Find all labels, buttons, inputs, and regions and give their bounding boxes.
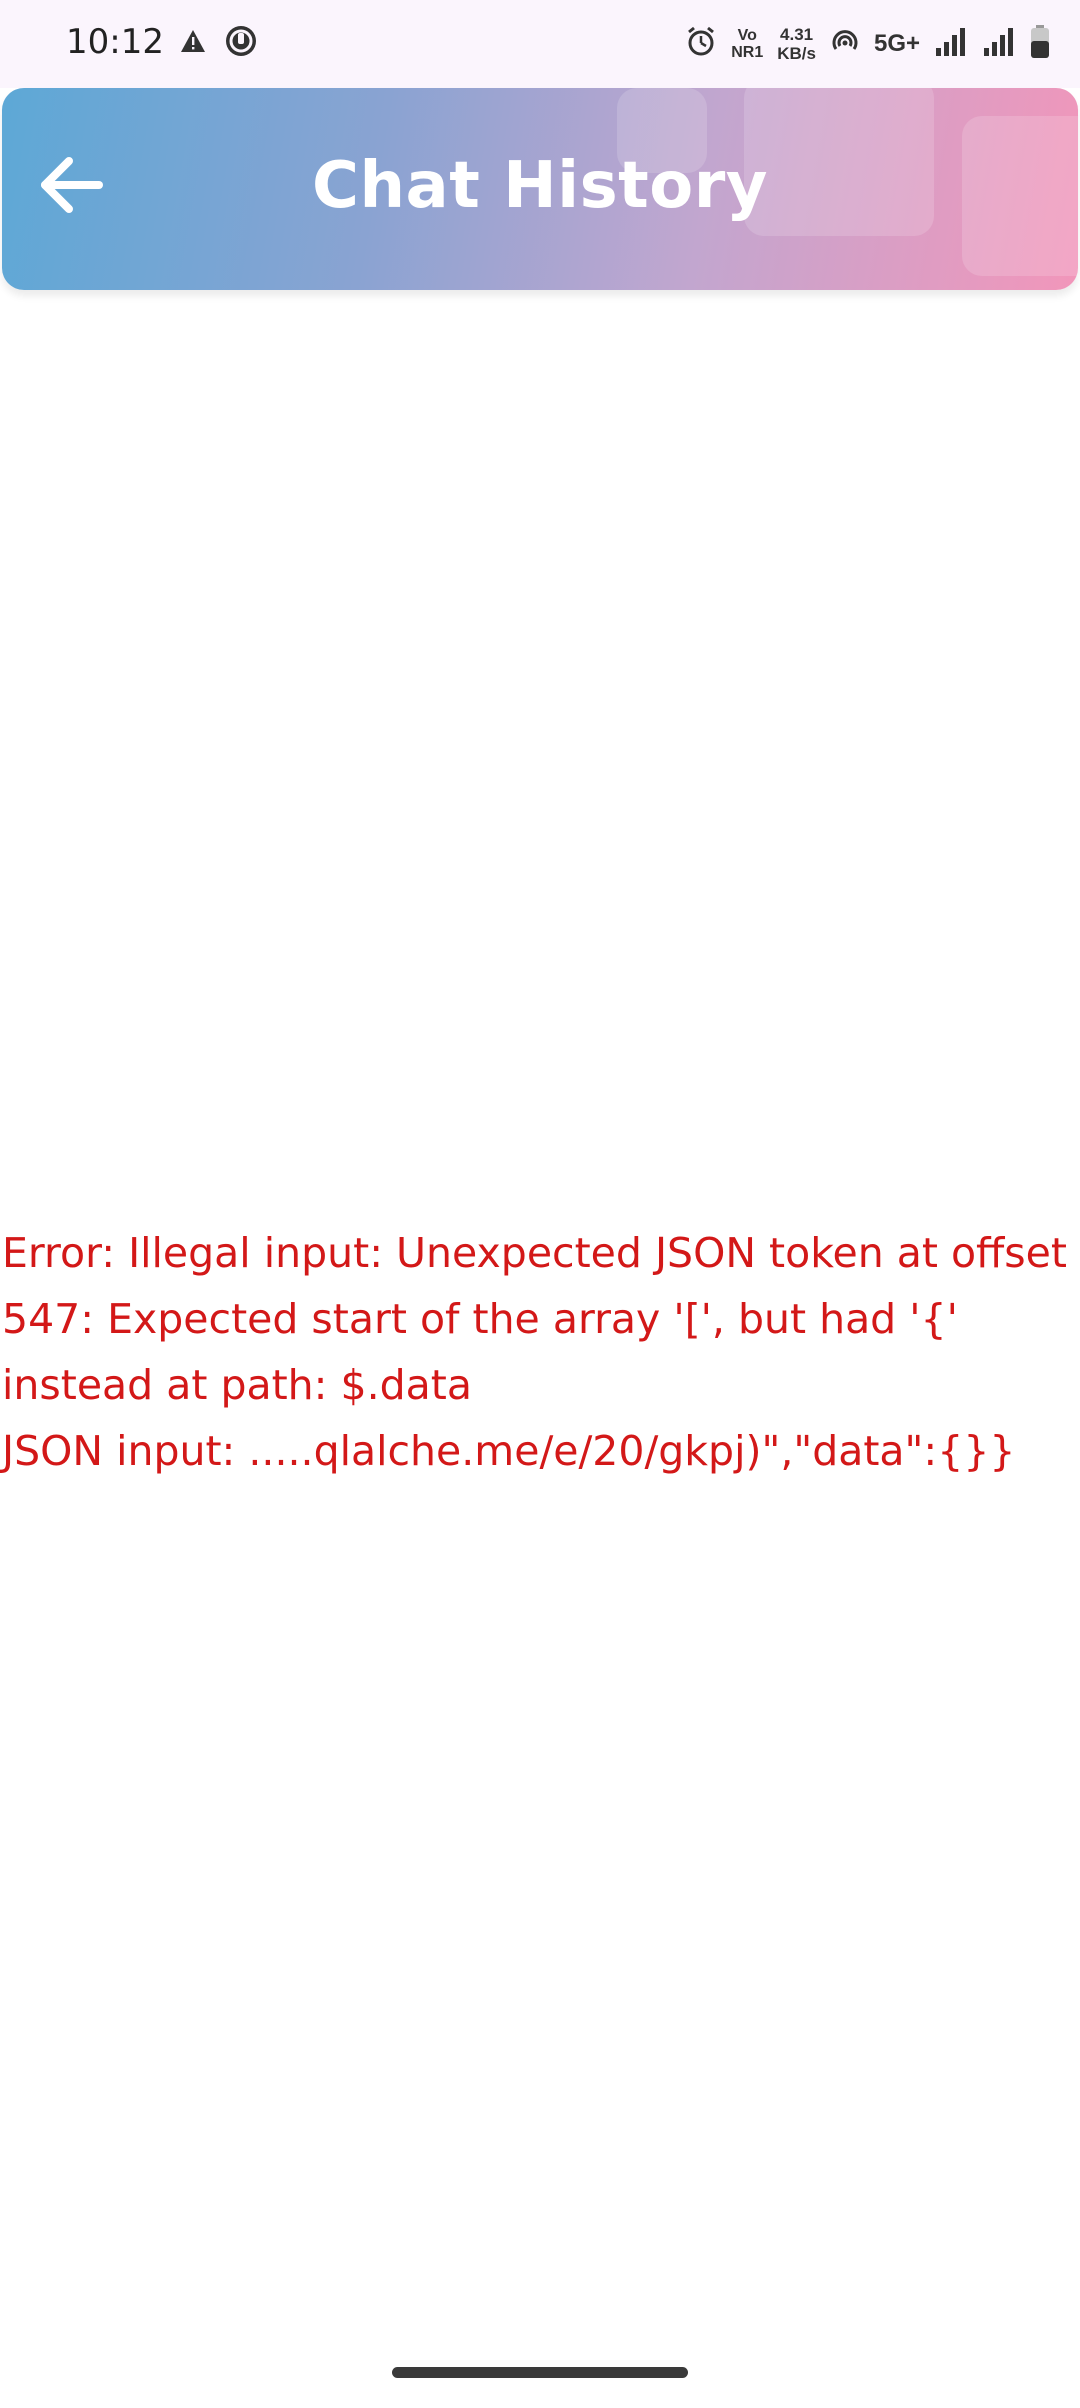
status-bar: 10:12 Vo NR1 4.31 KB/s 5G+ xyxy=(0,0,1080,88)
error-message: Error: Illegal input: Unexpected JSON to… xyxy=(2,1229,1067,1475)
page-title: Chat History xyxy=(311,149,769,223)
status-left-icons xyxy=(180,24,258,63)
vo-label: Vo xyxy=(737,27,757,44)
arrow-left-icon xyxy=(39,156,103,218)
phone-sync-icon xyxy=(224,24,258,63)
back-button[interactable] xyxy=(32,148,110,226)
signal-icon xyxy=(982,26,1016,63)
nr-label: NR1 xyxy=(731,44,764,61)
vonr-indicator: Vo NR1 xyxy=(731,27,763,61)
speed-unit: KB/s xyxy=(777,44,816,63)
home-indicator[interactable] xyxy=(392,2367,688,2378)
speed-value: 4.31 xyxy=(780,25,814,44)
network-type: 5G+ xyxy=(873,30,920,57)
app-bar: Chat History xyxy=(2,88,1078,290)
alarm-icon xyxy=(685,26,717,63)
warning-icon xyxy=(180,29,206,58)
network-speed: 4.31 KB/s xyxy=(777,25,816,63)
status-time: 10:12 xyxy=(66,22,164,62)
signal-icon xyxy=(934,26,968,63)
hotspot-icon xyxy=(830,27,860,62)
screen: 10:12 Vo NR1 4.31 KB/s 5G+ Chat History … xyxy=(0,0,1080,2408)
battery-icon xyxy=(1030,24,1050,64)
status-right-icons: Vo NR1 4.31 KB/s 5G+ xyxy=(685,18,1050,70)
